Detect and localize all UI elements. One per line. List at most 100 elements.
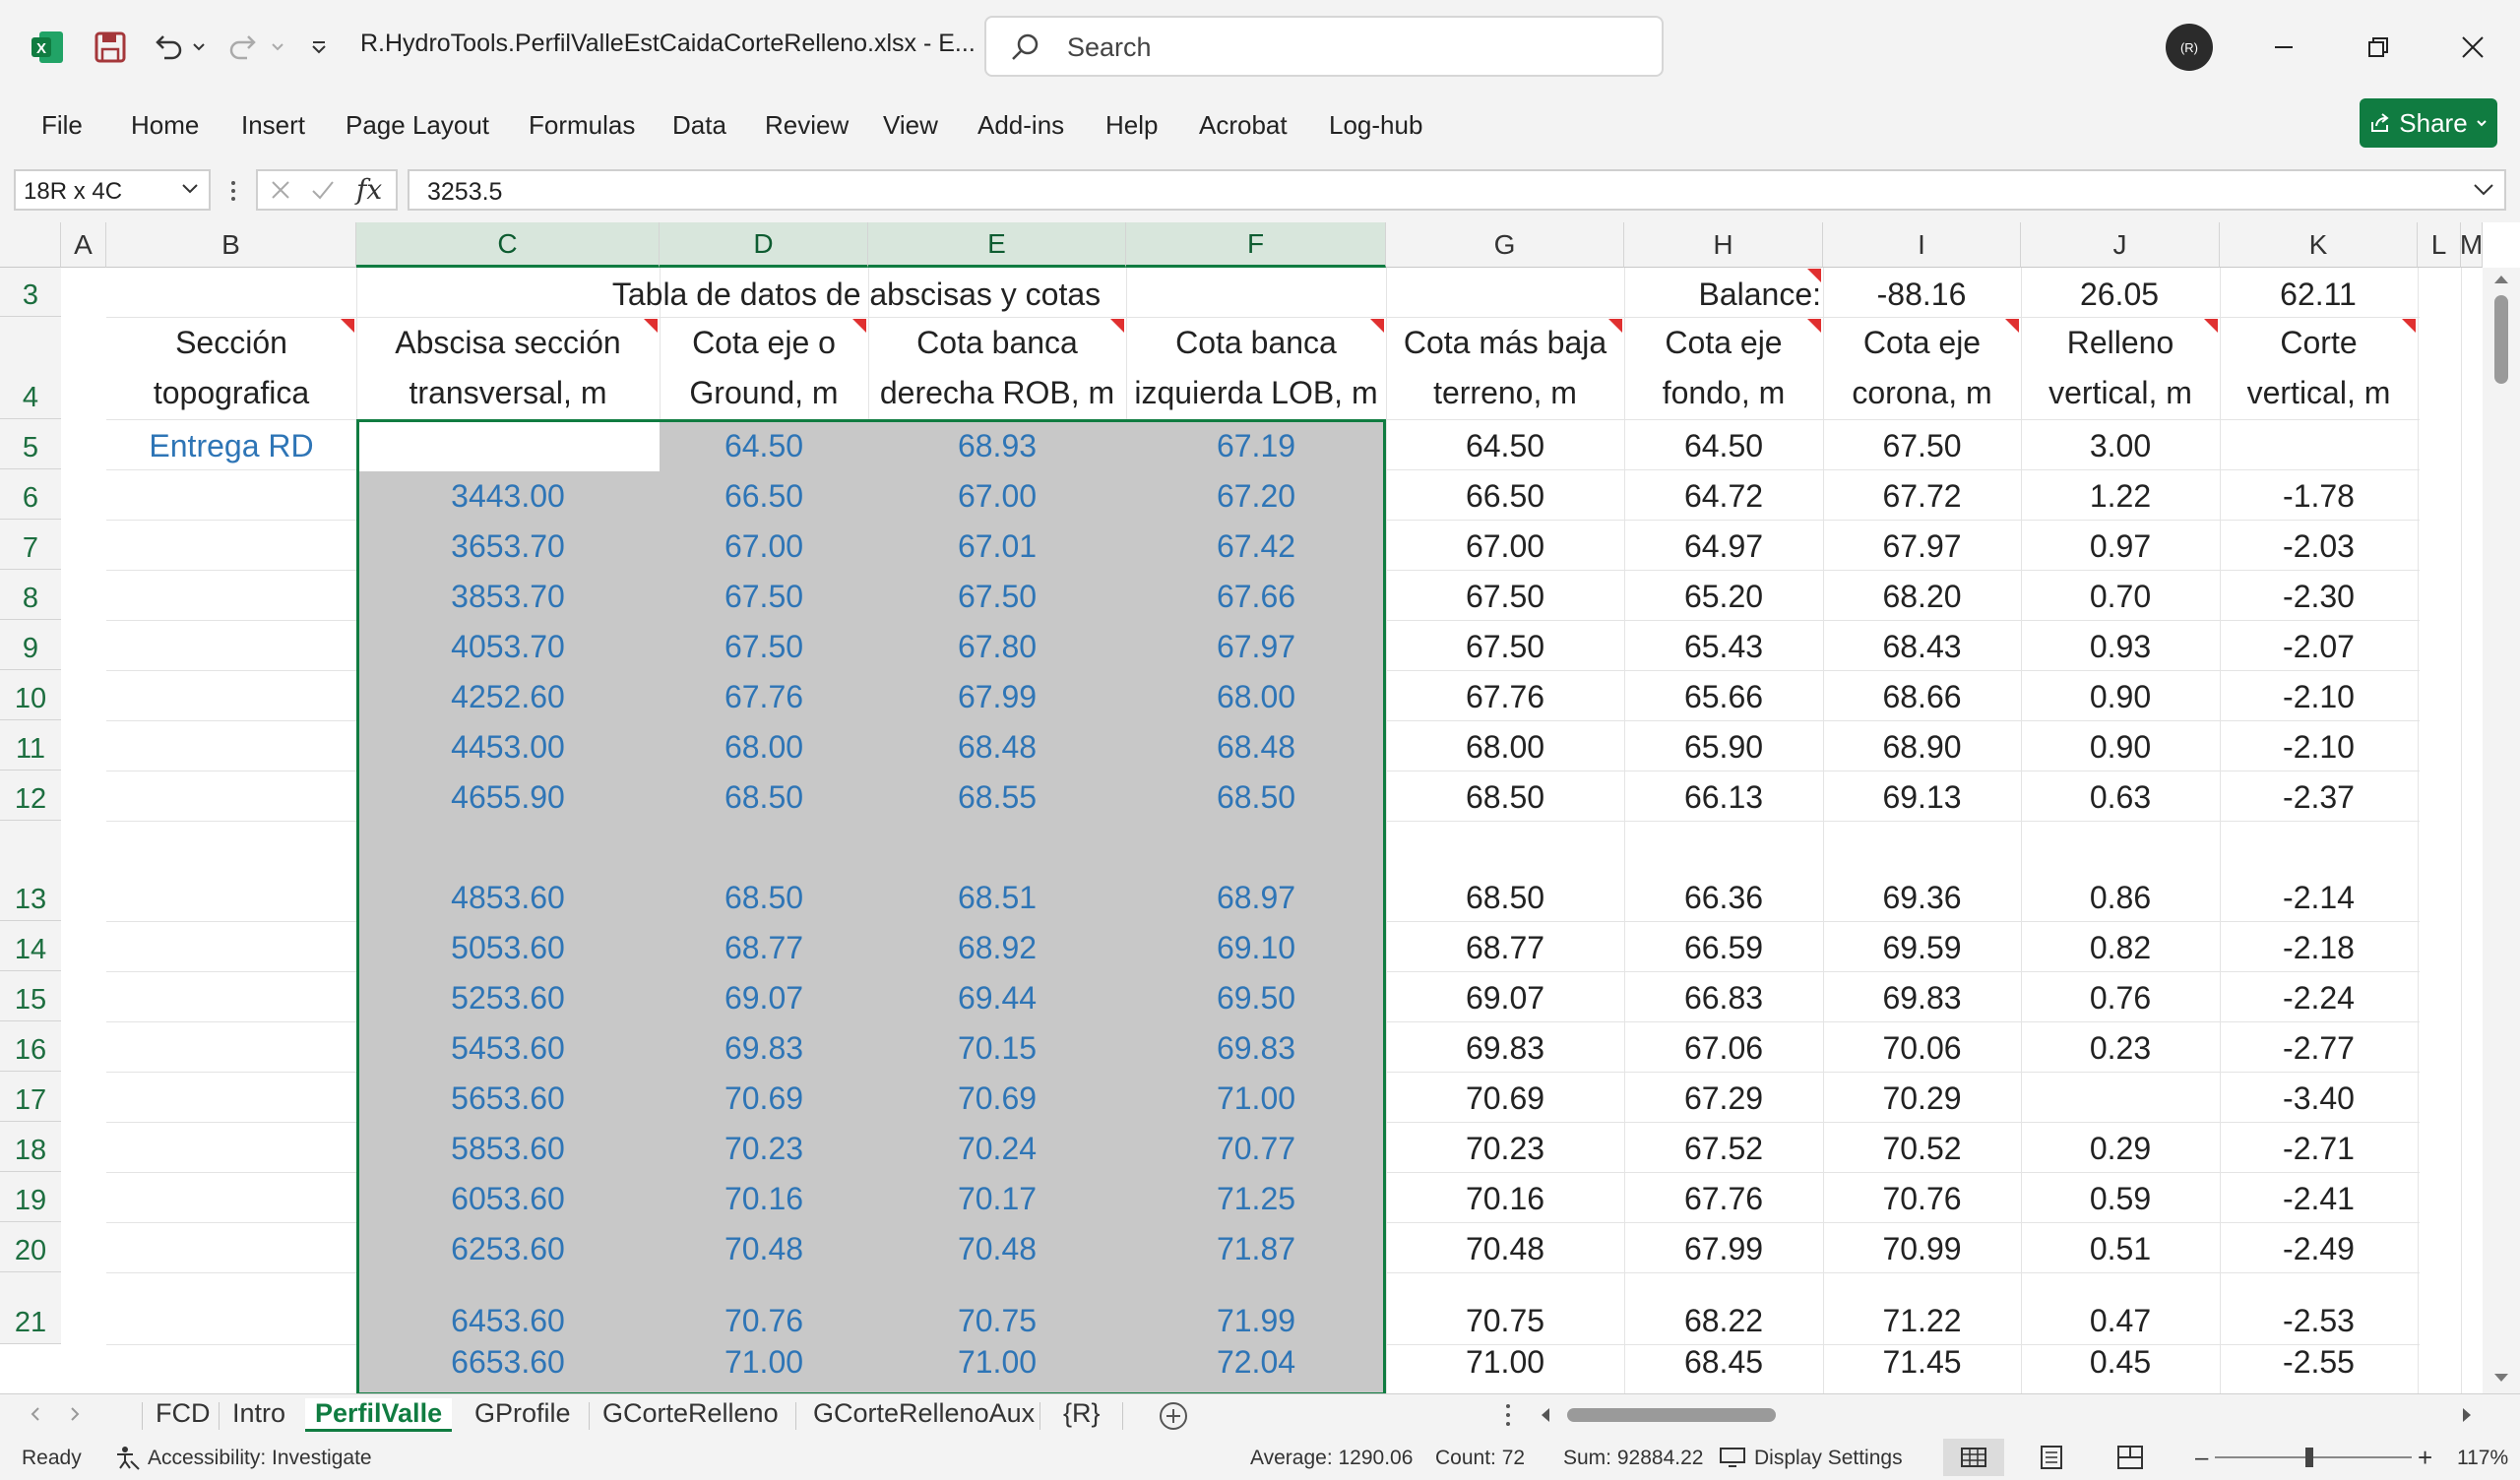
cell-k-row6[interactable]: -2.10 [2220,720,2418,771]
cell-j-row13[interactable]: 0.29 [2021,1122,2220,1172]
cell-b-row0[interactable]: Entrega RD [106,419,356,469]
cell-c-row2[interactable]: 3653.70 [356,520,660,570]
cell-j-row7[interactable]: 0.63 [2021,771,2220,821]
cell-b-row5[interactable] [106,670,356,720]
column-header-m[interactable]: M [2460,222,2483,268]
row-header[interactable]: 7 [0,520,61,570]
cell-f-row16[interactable]: 71.99 [1126,1272,1386,1344]
cell-c-row15[interactable]: 6253.60 [356,1222,660,1272]
row-header[interactable]: 15 [0,971,61,1021]
cell-f-row7[interactable]: 68.50 [1126,771,1386,821]
menu-review[interactable]: Review [765,110,849,141]
cell-j-row11[interactable]: 0.23 [2021,1021,2220,1072]
cell-e-row6[interactable]: 68.48 [868,720,1126,771]
comment-indicator[interactable] [852,319,866,333]
cell-f-row13[interactable]: 70.77 [1126,1122,1386,1172]
cell-i-row6[interactable]: 68.90 [1823,720,2021,771]
cell-b-row13[interactable] [106,1122,356,1172]
active-cell[interactable] [359,422,660,471]
cell-h-row11[interactable]: 67.06 [1624,1021,1823,1072]
row-header[interactable]: 9 [0,620,61,670]
cell-e-row16[interactable]: 70.75 [868,1272,1126,1344]
column-title-c[interactable]: Abscisa sección transversal, m [356,318,660,418]
row-header[interactable]: 21 [0,1272,61,1344]
cell-i-row4[interactable]: 68.43 [1823,620,2021,670]
row-header[interactable]: 8 [0,570,61,620]
column-title-f[interactable]: Cota banca izquierda LOB, m [1126,318,1386,418]
cell-f-row15[interactable]: 71.87 [1126,1222,1386,1272]
zoom-out-icon[interactable]: – [2195,1445,2208,1472]
cell-b-row11[interactable] [106,1021,356,1072]
column-header-g[interactable]: G [1386,222,1624,268]
comment-indicator[interactable] [341,319,354,333]
cell-e-row8[interactable]: 68.51 [868,821,1126,921]
cell-b-row17[interactable] [106,1344,356,1349]
cell-e-row2[interactable]: 67.01 [868,520,1126,570]
menu-help[interactable]: Help [1105,110,1158,141]
cell-j-row17[interactable]: 0.45 [2021,1344,2220,1386]
cell-d-row6[interactable]: 68.00 [660,720,868,771]
cell-e-row9[interactable]: 68.92 [868,921,1126,971]
cell-h-row6[interactable]: 65.90 [1624,720,1823,771]
column-header-h[interactable]: H [1624,222,1823,268]
status-average[interactable]: Average: 1290.06 [1250,1447,1413,1470]
cell-b-row16[interactable] [106,1272,356,1344]
tab-fcd[interactable]: FCD [156,1398,211,1429]
cell-k-row13[interactable]: -2.71 [2220,1122,2418,1172]
column-header-j[interactable]: J [2021,222,2220,268]
cell-k-row17[interactable]: -2.55 [2220,1344,2418,1386]
cell-k-row5[interactable]: -2.10 [2220,670,2418,720]
comment-indicator[interactable] [644,319,658,333]
cell-i-row8[interactable]: 69.36 [1823,821,2021,921]
cell-k-row3[interactable]: -2.30 [2220,570,2418,620]
cell-d-row9[interactable]: 68.77 [660,921,868,971]
cell-h-row12[interactable]: 67.29 [1624,1072,1823,1122]
cell-f-row10[interactable]: 69.50 [1126,971,1386,1021]
undo-icon[interactable] [148,20,187,75]
cell-h-row14[interactable]: 67.76 [1624,1172,1823,1222]
page-layout-view-icon[interactable] [2038,1445,2065,1470]
cell-j-row10[interactable]: 0.76 [2021,971,2220,1021]
cell-c-row5[interactable]: 4252.60 [356,670,660,720]
cell-e-row4[interactable]: 67.80 [868,620,1126,670]
formula-input[interactable]: 3253.5 [408,169,2506,211]
row-header[interactable]: 19 [0,1172,61,1222]
cell-f-row11[interactable]: 69.83 [1126,1021,1386,1072]
cell-c-row4[interactable]: 4053.70 [356,620,660,670]
cell-g-row0[interactable]: 64.50 [1386,419,1624,469]
name-box[interactable]: 18R x 4C [14,169,211,211]
cell-g-row4[interactable]: 67.50 [1386,620,1624,670]
display-settings-icon[interactable] [1719,1447,1746,1468]
cell-g-row8[interactable]: 68.50 [1386,821,1624,921]
cell-d-row5[interactable]: 67.76 [660,670,868,720]
cell-i-row1[interactable]: 67.72 [1823,469,2021,520]
cell-c-row3[interactable]: 3853.70 [356,570,660,620]
cell-i-row11[interactable]: 70.06 [1823,1021,2021,1072]
zoom-in-icon[interactable]: + [2418,1443,2432,1473]
cell-d-row4[interactable]: 67.50 [660,620,868,670]
row-header[interactable]: 5 [0,419,61,469]
cell-c-row7[interactable]: 4655.90 [356,771,660,821]
menu-formulas[interactable]: Formulas [529,110,635,141]
cell-j-row4[interactable]: 0.93 [2021,620,2220,670]
cell-h-row15[interactable]: 67.99 [1624,1222,1823,1272]
cell-e-row7[interactable]: 68.55 [868,771,1126,821]
cell-j-row5[interactable]: 0.90 [2021,670,2220,720]
comment-indicator[interactable] [1110,319,1124,333]
cell-i-row2[interactable]: 67.97 [1823,520,2021,570]
cell-h-row3[interactable]: 65.20 [1624,570,1823,620]
cell-i-row15[interactable]: 70.99 [1823,1222,2021,1272]
cell-b-row15[interactable] [106,1222,356,1272]
row-header[interactable]: 3 [0,268,61,317]
row-header[interactable]: 17 [0,1072,61,1122]
column-header-e[interactable]: E [868,222,1126,268]
cell-c-row14[interactable]: 6053.60 [356,1172,660,1222]
select-all-corner[interactable] [0,222,61,268]
vertical-scrollbar[interactable] [2483,268,2520,1393]
scroll-down-icon[interactable] [2492,1372,2510,1384]
cell-d-row2[interactable]: 67.00 [660,520,868,570]
cell-h-row13[interactable]: 67.52 [1624,1122,1823,1172]
row-header[interactable]: 14 [0,921,61,971]
more-options-icon[interactable] [228,179,238,203]
cell-h-row0[interactable]: 64.50 [1624,419,1823,469]
